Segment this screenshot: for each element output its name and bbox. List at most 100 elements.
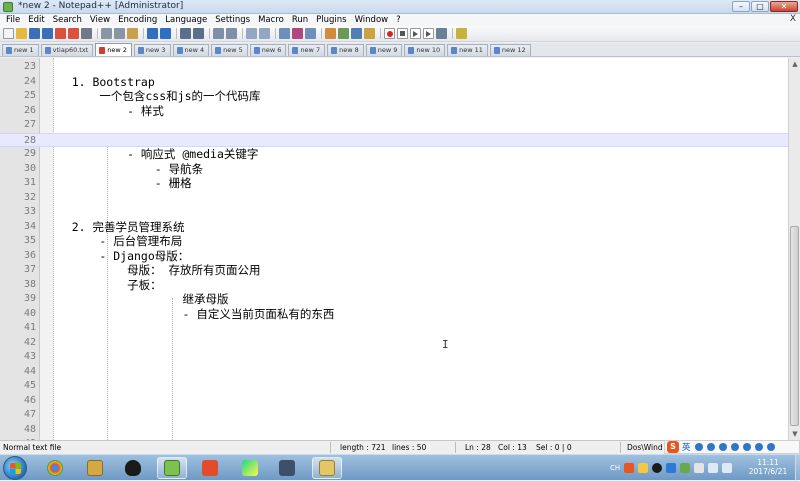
editor-line[interactable]: 33 xyxy=(0,205,788,220)
tab-new-9[interactable]: new 9 xyxy=(365,44,403,56)
taskbar-qq[interactable] xyxy=(118,457,148,479)
spell-check-icon[interactable] xyxy=(456,28,467,39)
tab-new-10[interactable]: new 10 xyxy=(404,44,446,56)
tab-new-11[interactable]: new 11 xyxy=(447,44,488,56)
ime-language-mode[interactable]: 英 xyxy=(682,441,691,453)
editor-line[interactable]: 39 继承母版 xyxy=(0,292,788,307)
editor-line[interactable]: 23 xyxy=(0,60,788,75)
editor-line[interactable]: 41 xyxy=(0,321,788,336)
editor-line[interactable]: 34 2. 完善学员管理系统 xyxy=(0,220,788,235)
save-macro-icon[interactable] xyxy=(436,28,447,39)
tab-new-7[interactable]: new 7 xyxy=(288,44,326,56)
ime-tools-icon[interactable] xyxy=(754,443,763,451)
editor-line[interactable]: 30 - 导航条 xyxy=(0,162,788,177)
copy-icon[interactable] xyxy=(114,28,125,39)
indent-guide-icon[interactable] xyxy=(305,28,316,39)
ime-skin-icon[interactable] xyxy=(742,443,751,451)
editor-line[interactable]: 43 xyxy=(0,350,788,365)
new-file-icon[interactable] xyxy=(3,28,14,39)
sync-vertical-icon[interactable] xyxy=(246,28,257,39)
editor-line[interactable]: 37 母版： 存放所有页面公用 xyxy=(0,263,788,278)
tab-new-6[interactable]: new 6 xyxy=(249,44,287,56)
menu-search[interactable]: Search xyxy=(49,15,86,25)
editor-line[interactable]: 27 xyxy=(0,118,788,133)
sogou-tray-icon[interactable] xyxy=(624,463,635,473)
menu-plugins[interactable]: Plugins xyxy=(312,15,350,25)
editor-line[interactable]: 42 xyxy=(0,336,788,351)
scrollbar-thumb[interactable] xyxy=(790,226,799,426)
show-all-characters-icon[interactable] xyxy=(292,28,303,39)
text-editor[interactable]: 23 24 1. Bootstrap 25 一个包含css和js的一个代码库 26 -… xyxy=(0,58,788,440)
editor-line[interactable]: 45 xyxy=(0,379,788,394)
stop-recording-icon[interactable] xyxy=(397,28,408,39)
sync-horizontal-icon[interactable] xyxy=(259,28,270,39)
menu-file[interactable]: File xyxy=(2,15,24,25)
find-icon[interactable] xyxy=(180,28,191,39)
system-clock[interactable]: 11:11 2017/6/21 xyxy=(742,458,794,476)
editor-line[interactable]: 38 子板： xyxy=(0,278,788,293)
menu-window[interactable]: Window xyxy=(351,15,393,25)
function-list-icon[interactable] xyxy=(351,28,362,39)
shield-tray-icon[interactable] xyxy=(666,463,677,473)
redo-icon[interactable] xyxy=(160,28,171,39)
print-icon[interactable] xyxy=(81,28,92,39)
zoom-out-icon[interactable] xyxy=(226,28,237,39)
editor-line[interactable]: 25 一个包含css和js的一个代码库 xyxy=(0,89,788,104)
start-button[interactable] xyxy=(3,456,27,480)
taskbar-notepad-plus-plus[interactable] xyxy=(157,457,187,479)
editor-line[interactable]: 35 - 后台管理布局 xyxy=(0,234,788,249)
editor-line[interactable]: 31 - 栅格 xyxy=(0,176,788,191)
ime-keyboard-icon[interactable] xyxy=(730,443,739,451)
play-macro-icon[interactable] xyxy=(410,28,421,39)
app-tray-icon[interactable] xyxy=(680,463,691,473)
word-wrap-icon[interactable] xyxy=(279,28,290,39)
tab-new-3[interactable]: new 3 xyxy=(133,44,171,56)
paste-icon[interactable] xyxy=(127,28,138,39)
close-icon[interactable] xyxy=(55,28,66,39)
save-all-icon[interactable] xyxy=(42,28,53,39)
zoom-in-icon[interactable] xyxy=(213,28,224,39)
replace-icon[interactable] xyxy=(193,28,204,39)
close-document-button[interactable]: X xyxy=(790,14,796,24)
scroll-down-arrow-icon[interactable]: ▼ xyxy=(791,430,799,438)
ime-voice-icon[interactable] xyxy=(718,443,727,451)
network-tray-icon[interactable] xyxy=(708,463,719,473)
editor-line[interactable]: 40 - 自定义当前页面私有的东西 xyxy=(0,307,788,322)
ime-tray-icon[interactable] xyxy=(638,463,649,473)
menu-language[interactable]: Language xyxy=(161,15,211,25)
editor-line[interactable]: 28 xyxy=(0,132,788,147)
title-bar[interactable]: *new 2 - Notepad++ [Administrator] – □ ✕ xyxy=(0,0,800,14)
menu-edit[interactable]: Edit xyxy=(24,15,48,25)
cut-icon[interactable] xyxy=(101,28,112,39)
record-macro-icon[interactable] xyxy=(384,28,395,39)
taskbar-chrome[interactable] xyxy=(40,457,70,479)
ime-emoji-icon[interactable] xyxy=(706,443,715,451)
document-map-icon[interactable] xyxy=(338,28,349,39)
editor-line[interactable]: 44 xyxy=(0,365,788,380)
editor-line[interactable]: 26 - 样式 xyxy=(0,104,788,119)
taskbar-app-robot[interactable] xyxy=(272,457,302,479)
editor-line[interactable]: 29 - 响应式 @media关键字 xyxy=(0,147,788,162)
editor-line[interactable]: 32 xyxy=(0,191,788,206)
undo-icon[interactable] xyxy=(147,28,158,39)
menu-encoding[interactable]: Encoding xyxy=(114,15,161,25)
show-desktop-button[interactable] xyxy=(795,455,800,481)
input-language-indicator[interactable]: CH xyxy=(610,464,620,472)
editor-line[interactable]: 47 xyxy=(0,408,788,423)
tab-new-12[interactable]: new 12 xyxy=(489,44,531,56)
menu-settings[interactable]: Settings xyxy=(211,15,254,25)
close-all-icon[interactable] xyxy=(68,28,79,39)
menu-run[interactable]: Run xyxy=(288,15,312,25)
menu-help[interactable]: ? xyxy=(392,15,405,25)
tab-new-4[interactable]: new 4 xyxy=(172,44,210,56)
volume-tray-icon[interactable] xyxy=(722,463,733,473)
editor-line[interactable]: 48 xyxy=(0,423,788,438)
menu-macro[interactable]: Macro xyxy=(254,15,288,25)
qq-tray-icon[interactable] xyxy=(652,463,663,473)
tab-new-8[interactable]: new 8 xyxy=(327,44,364,56)
ime-punctuation-icon[interactable] xyxy=(694,443,703,451)
tab-new-1[interactable]: new 1 xyxy=(2,44,39,56)
scroll-up-arrow-icon[interactable]: ▲ xyxy=(791,60,799,68)
taskbar-pycharm[interactable] xyxy=(235,457,265,479)
sogou-ime-logo[interactable]: S xyxy=(667,441,679,453)
